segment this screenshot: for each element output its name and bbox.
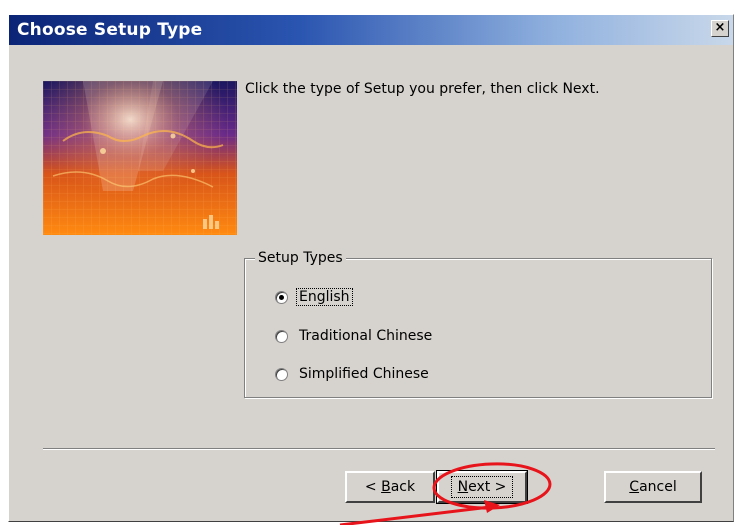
- setup-types-group: Setup Types English Traditional Chinese …: [244, 250, 712, 398]
- cancel-button[interactable]: Cancel: [604, 471, 702, 503]
- instruction-text: Click the type of Setup you prefer, then…: [245, 81, 600, 97]
- back-button[interactable]: < Back: [345, 471, 435, 503]
- next-button-label: Next >: [450, 476, 514, 498]
- title-bar[interactable]: Choose Setup Type ×: [9, 15, 733, 45]
- window-title: Choose Setup Type: [17, 20, 203, 40]
- setup-dialog: Choose Setup Type × Click the type of Se…: [8, 14, 734, 522]
- cancel-button-label: Cancel: [629, 479, 677, 495]
- group-legend: Setup Types: [255, 250, 346, 266]
- radio-checked-icon[interactable]: [275, 290, 288, 304]
- radio-unchecked-icon[interactable]: [275, 329, 288, 343]
- radio-option-traditional-chinese[interactable]: Traditional Chinese: [275, 325, 434, 347]
- globe-splash-graphic: [43, 81, 237, 235]
- close-button[interactable]: ×: [711, 20, 729, 37]
- next-button[interactable]: Next >: [436, 470, 528, 504]
- radio-option-simplified-chinese[interactable]: Simplified Chinese: [275, 363, 431, 385]
- radio-option-english[interactable]: English: [275, 286, 353, 308]
- close-icon: ×: [714, 20, 726, 35]
- back-button-label: < Back: [364, 479, 416, 495]
- setup-splash-image: [43, 81, 237, 235]
- option-label: English: [296, 288, 353, 306]
- option-label: Simplified Chinese: [299, 366, 429, 382]
- button-separator: [43, 448, 715, 450]
- option-label: Traditional Chinese: [299, 328, 433, 344]
- radio-unchecked-icon[interactable]: [275, 367, 288, 381]
